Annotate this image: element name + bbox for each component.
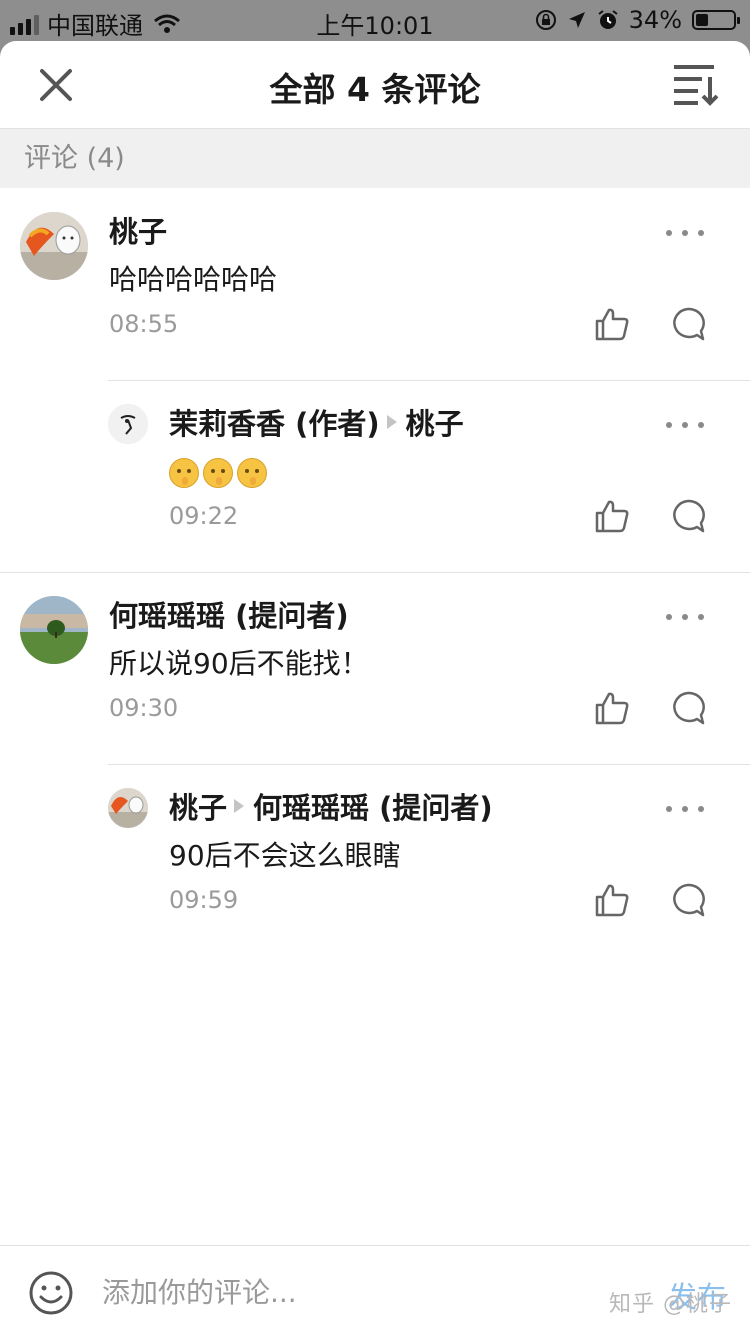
alarm-icon [598,10,618,29]
comment-time: 08:55 [109,310,179,338]
like-icon[interactable] [594,690,630,726]
avatar[interactable] [20,596,88,664]
reply-target[interactable]: 桃子 [406,401,464,443]
comment-text: 所以说90后不能找！ [109,647,369,680]
shushing-face-emoji-icon [237,458,267,488]
avatar[interactable] [108,788,148,828]
comment-time: 09:30 [109,694,179,722]
comment-input-bar: 发布 知乎 @桃子 [0,1245,750,1334]
reply-comment-icon[interactable] [670,882,706,918]
emoji-icon[interactable] [28,1270,74,1316]
comment-author[interactable]: 桃子 何瑶瑶瑶 (提问者) [169,786,670,826]
more-options-icon[interactable] [666,614,704,624]
reply-comment-icon[interactable] [670,690,706,726]
divider [108,380,750,381]
comment-author[interactable]: 何瑶瑶瑶 (提问者) [109,594,670,634]
battery-percent: 34% [628,6,682,34]
comments-sheet: 全部 4 条评论 评论 (4) 桃子 哈哈哈哈哈哈 08:55 茉莉香香 (作者… [0,41,750,1334]
comments-count-label: 评论 (4) [0,129,750,188]
header: 全部 4 条评论 [0,41,750,129]
comment-input[interactable] [102,1268,582,1316]
rotation-lock-icon [535,10,556,30]
reply-comment-icon[interactable] [670,306,706,342]
battery-icon [692,10,740,30]
shushing-face-emoji-icon [203,458,233,488]
reply-arrow-icon [234,799,245,813]
avatar[interactable] [108,404,148,444]
sort-icon[interactable] [672,61,720,107]
more-options-icon[interactable] [666,806,704,816]
comment-item: 茉莉香香 (作者) 桃子 09:22 [0,380,750,572]
comment-text: 90后不会这么眼瞎 [169,839,401,872]
divider [0,572,750,573]
reply-target[interactable]: 何瑶瑶瑶 (提问者) [253,785,493,827]
comment-author[interactable]: 茉莉香香 (作者) 桃子 [169,402,670,442]
more-options-icon[interactable] [666,230,704,240]
shushing-face-emoji-icon [169,458,199,488]
watermark: 知乎 @桃子 [609,1292,732,1317]
page-title: 全部 4 条评论 [269,70,481,109]
reply-arrow-icon [386,415,397,429]
status-bar: 中国联通 上午10:01 34% [0,0,750,40]
more-options-icon[interactable] [666,422,704,432]
location-icon [568,12,585,28]
comment-item: 桃子 何瑶瑶瑶 (提问者) 90后不会这么眼瞎 09:59 [0,764,750,956]
comment-item: 何瑶瑶瑶 (提问者) 所以说90后不能找！ 09:30 [0,572,750,764]
like-icon[interactable] [594,498,630,534]
divider [108,764,750,765]
comment-text: 哈哈哈哈哈哈 [109,263,278,296]
comment-author[interactable]: 桃子 [109,210,670,250]
comment-emojis [169,452,670,492]
comment-item: 桃子 哈哈哈哈哈哈 08:55 [0,188,750,380]
reply-comment-icon[interactable] [670,498,706,534]
comment-time: 09:59 [169,886,239,914]
like-icon[interactable] [594,306,630,342]
like-icon[interactable] [594,882,630,918]
avatar[interactable] [20,212,88,280]
comment-time: 09:22 [169,502,239,530]
